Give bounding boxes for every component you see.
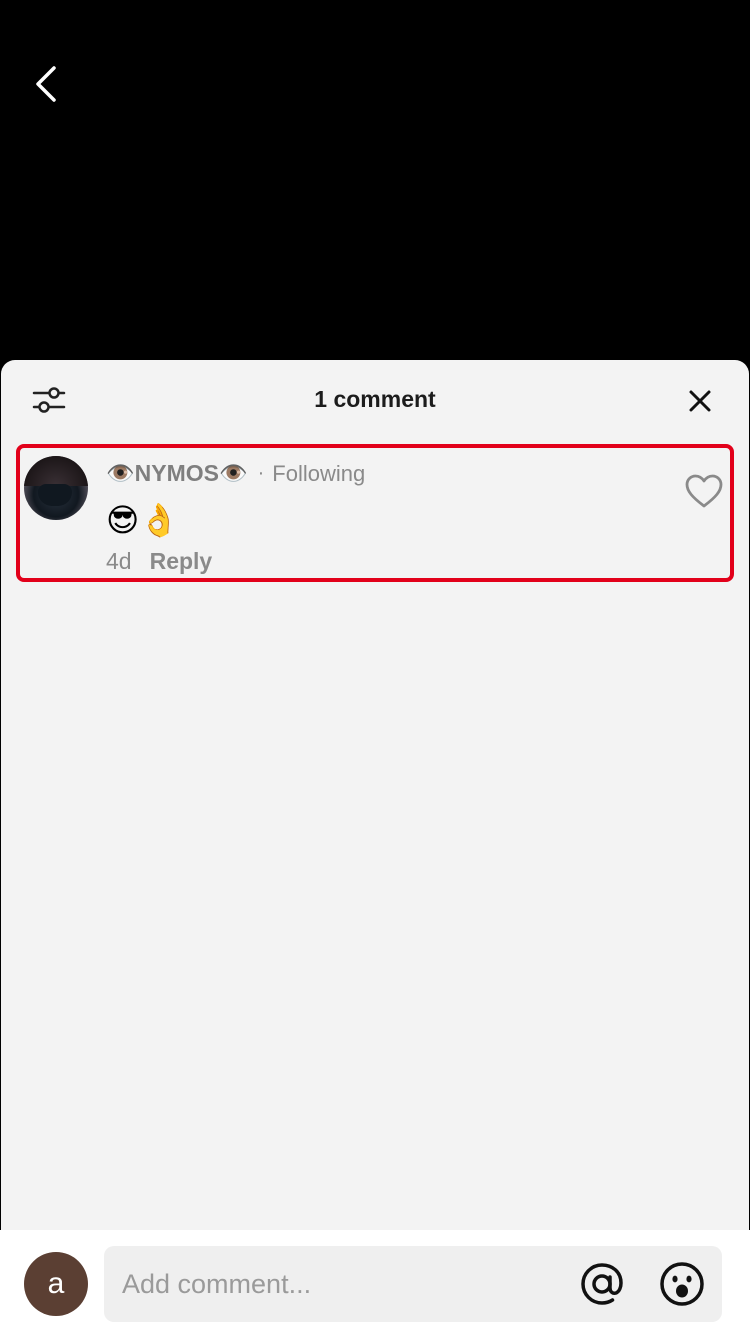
my-avatar[interactable]: a — [24, 1252, 88, 1316]
back-button[interactable] — [22, 58, 72, 110]
comment-text: 😎👌 — [106, 502, 180, 538]
like-button[interactable] — [684, 472, 724, 512]
back-chevron-icon — [36, 66, 56, 102]
close-icon — [689, 390, 711, 412]
avatar-face-mask — [38, 484, 72, 506]
commenter-avatar[interactable] — [24, 456, 88, 520]
emoji-face-icon — [660, 1262, 704, 1306]
heart-outline-icon — [685, 474, 723, 508]
comments-count-title: 1 comment — [314, 386, 436, 412]
comment-meta-row: 4d Reply — [106, 548, 212, 575]
separator-dot: · — [257, 462, 265, 484]
following-label: Following — [272, 460, 366, 486]
mention-button[interactable] — [578, 1260, 626, 1308]
at-sign-icon — [581, 1263, 623, 1305]
comments-sheet: 1 comment 👁️NYMOS👁️ · Following 😎👌 4d Re… — [1, 360, 749, 1334]
close-button[interactable] — [683, 384, 717, 418]
avatar-hair — [24, 456, 88, 486]
comment-composer: a — [0, 1230, 750, 1334]
comments-header: 1 comment — [1, 360, 749, 440]
reply-button[interactable]: Reply — [150, 548, 213, 575]
commenter-username[interactable]: 👁️NYMOS👁️ — [106, 460, 248, 487]
comment-author-row: 👁️NYMOS👁️ · Following — [106, 460, 365, 487]
emoji-button[interactable] — [658, 1260, 706, 1308]
comment-input-box — [104, 1246, 722, 1322]
comment-item: 👁️NYMOS👁️ · Following 😎👌 4d Reply — [16, 444, 734, 582]
video-area — [0, 0, 750, 360]
comment-time: 4d — [106, 548, 132, 574]
comment-input[interactable] — [122, 1246, 562, 1322]
